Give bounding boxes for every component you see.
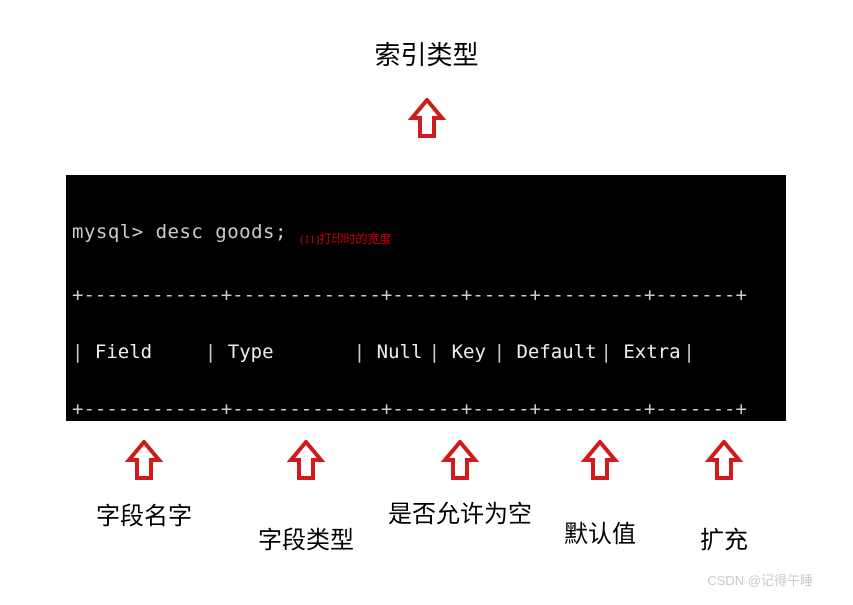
arrow-up-icon xyxy=(581,440,619,482)
annotation-key-type: 索引类型 xyxy=(374,35,478,72)
col-type: Type xyxy=(228,343,354,362)
col-key: Key xyxy=(452,343,494,362)
mysql-terminal: mysql> desc goods; +------------+-------… xyxy=(66,175,786,421)
annotation-field-type: 字段类型 xyxy=(258,440,354,555)
prompt-line: mysql> desc goods; xyxy=(72,223,780,242)
arrow-up-icon xyxy=(705,440,743,482)
arrow-up-icon xyxy=(287,440,325,482)
annotation-field-name: 字段名字 xyxy=(96,440,192,531)
arrow-up-icon xyxy=(125,440,163,482)
separator-line: +------------+-------------+------+-----… xyxy=(72,400,780,419)
col-field: Field xyxy=(95,343,205,362)
arrow-up-icon xyxy=(441,440,479,482)
col-null: Null xyxy=(377,343,429,362)
annotation-null-allowed: 是否允许为空 xyxy=(388,440,532,529)
table-header-row: | Field| Type| Null| Key| Default| Extra… xyxy=(72,343,780,362)
arrow-up-icon xyxy=(408,98,446,140)
red-annotation: (11)打印时的宽度 xyxy=(300,233,392,245)
watermark: CSDN @记得午睡 xyxy=(707,570,813,589)
annotation-extra: 扩充 xyxy=(700,440,748,555)
separator-line: +------------+-------------+------+-----… xyxy=(72,286,780,305)
annotation-default-value: 默认值 xyxy=(564,440,636,549)
col-default: Default xyxy=(516,343,600,362)
col-extra: Extra xyxy=(623,343,683,362)
